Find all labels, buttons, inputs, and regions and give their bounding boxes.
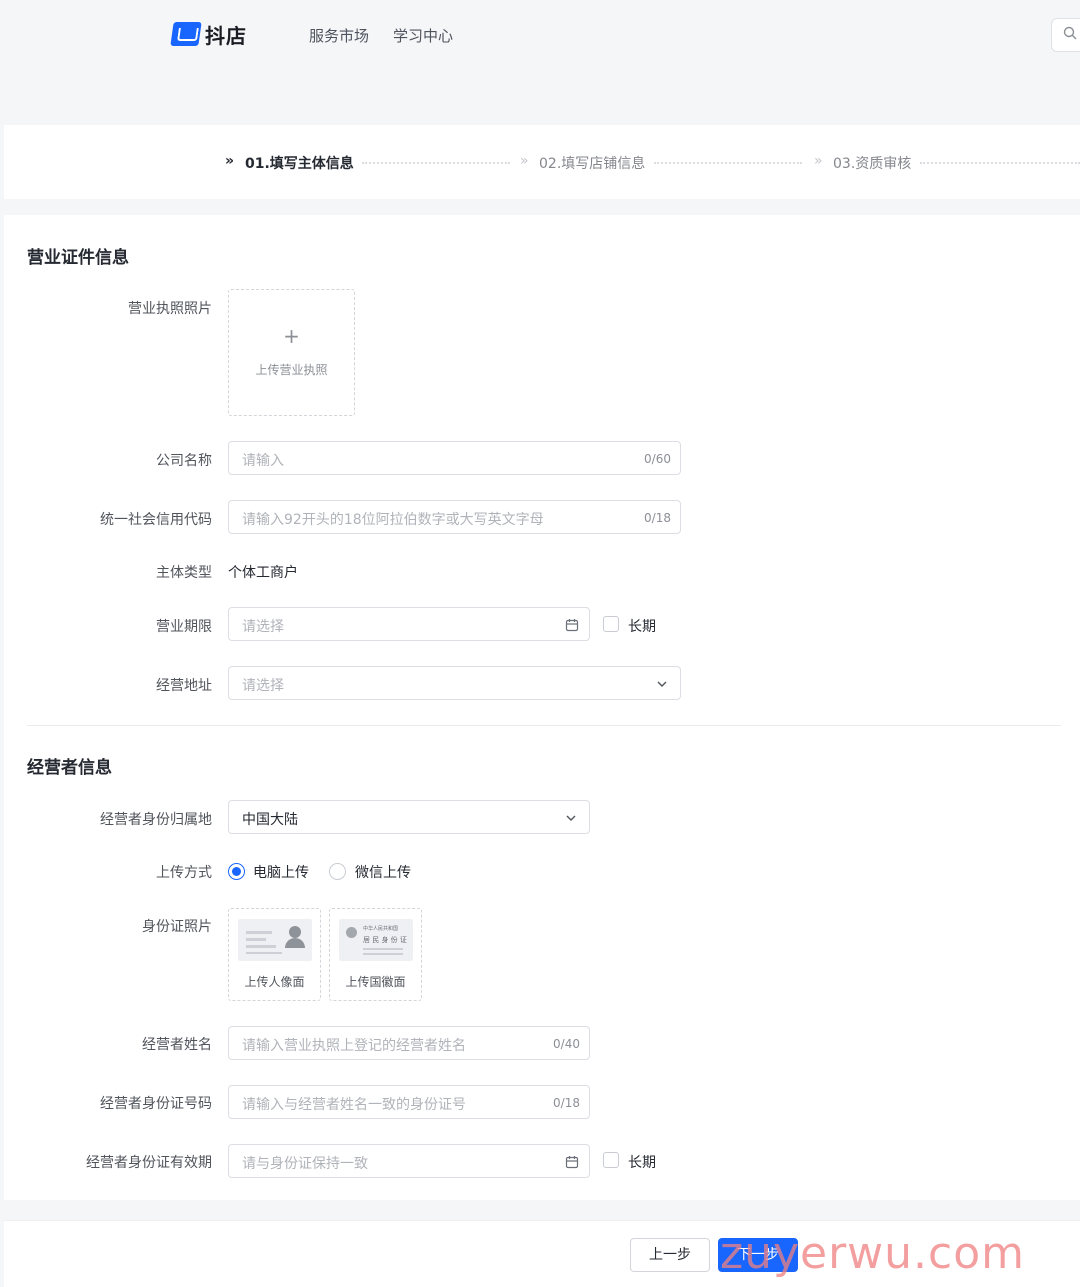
radio-wechat-upload-label[interactable]: 微信上传 [355,862,411,882]
id-front-text: 上传人像面 [244,975,305,989]
id-back-text: 上传国徽面 [345,975,406,989]
address-label: 经营地址 [156,678,212,694]
calendar-icon [565,619,579,632]
section-title-license: 营业证件信息 [27,248,129,268]
entity-type-label: 主体类型 [156,565,212,581]
id-region-value: 中国大陆 [242,812,298,828]
step-active-chevron-icon: » [225,153,235,169]
operator-name-label: 经营者姓名 [142,1037,212,1053]
id-card-line-2: 居 民 身 份 证 [363,936,407,944]
id-region-select[interactable]: 中国大陆 [228,800,590,834]
logo-text: 抖店 [205,24,247,48]
id-back-upload-button[interactable]: 中华人民共和国 居 民 身 份 证 上传国徽面 [329,908,422,1001]
section-divider [27,725,1061,726]
id-photo-label: 身份证照片 [142,919,212,935]
license-upload-text: 上传营业执照 [255,363,328,377]
id-region-label: 经营者身份归属地 [100,812,212,828]
business-term-long-checkbox[interactable] [603,616,619,632]
watermark: zuyerwu.com [720,1228,1026,1279]
license-photo-label: 营业执照照片 [128,301,212,317]
prev-button[interactable]: 上一步 [630,1238,710,1272]
step-divider [920,162,1080,164]
id-front-card-icon [238,919,312,961]
entity-type-value: 个体工商户 [228,565,298,581]
address-placeholder: 请选择 [242,678,284,694]
id-number-placeholder: 请输入与经营者姓名一致的身份证号 [242,1097,466,1113]
step-chevron-icon: » [814,153,823,169]
company-name-input[interactable]: 请输入 0/60 [228,441,681,475]
id-validity-placeholder: 请与身份证保持一致 [242,1156,368,1172]
section-title-operator: 经营者信息 [27,758,112,778]
id-number-label: 经营者身份证号码 [100,1096,212,1112]
radio-pc-upload-label[interactable]: 电脑上传 [253,862,309,882]
operator-name-count: 0/40 [553,1037,580,1051]
step-divider [654,162,802,164]
step-chevron-icon: » [520,153,529,169]
business-term-picker[interactable]: 请选择 [228,607,590,641]
nav-learning-center[interactable]: 学习中心 [393,25,453,46]
business-term-label: 营业期限 [156,619,212,635]
radio-pc-upload[interactable] [228,863,245,880]
id-validity-long-label[interactable]: 长期 [628,1152,656,1172]
company-name-placeholder: 请输入 [242,453,284,469]
business-term-long-label[interactable]: 长期 [628,616,656,636]
search-icon[interactable] [1063,26,1077,40]
id-number-input[interactable]: 请输入与经营者姓名一致的身份证号 0/18 [228,1085,590,1119]
license-upload-button[interactable]: + 上传营业执照 [228,289,355,416]
credit-code-placeholder: 请输入92开头的18位阿拉伯数字或大写英文字母 [242,512,544,528]
company-name-label: 公司名称 [156,453,212,469]
chevron-down-icon [566,815,576,821]
credit-code-input[interactable]: 请输入92开头的18位阿拉伯数字或大写英文字母 0/18 [228,500,681,534]
operator-name-placeholder: 请输入营业执照上登记的经营者姓名 [242,1038,466,1054]
step-3: 03.资质审核 [833,156,912,172]
plus-icon: + [283,324,300,348]
radio-wechat-upload[interactable] [329,863,346,880]
company-name-count: 0/60 [644,452,671,466]
step-1: 01.填写主体信息 [245,156,354,172]
id-number-count: 0/18 [553,1096,580,1110]
step-2: 02.填写店铺信息 [539,156,646,172]
business-term-placeholder: 请选择 [242,619,284,635]
step-divider [362,162,510,164]
id-validity-long-checkbox[interactable] [603,1152,619,1168]
nav-service-market[interactable]: 服务市场 [309,25,369,46]
id-back-card-icon: 中华人民共和国 居 民 身 份 证 [339,919,413,961]
upload-method-label: 上传方式 [156,865,212,881]
credit-code-count: 0/18 [644,511,671,525]
id-card-line-1: 中华人民共和国 [363,926,399,932]
chevron-down-icon [657,681,667,687]
credit-code-label: 统一社会信用代码 [100,512,212,528]
id-front-upload-button[interactable]: 上传人像面 [228,908,321,1001]
id-validity-picker[interactable]: 请与身份证保持一致 [228,1144,590,1178]
id-validity-label: 经营者身份证有效期 [86,1155,212,1171]
operator-name-input[interactable]: 请输入营业执照上登记的经营者姓名 0/40 [228,1026,590,1060]
calendar-icon [565,1156,579,1169]
address-select[interactable]: 请选择 [228,666,681,700]
logo-icon [170,22,202,46]
